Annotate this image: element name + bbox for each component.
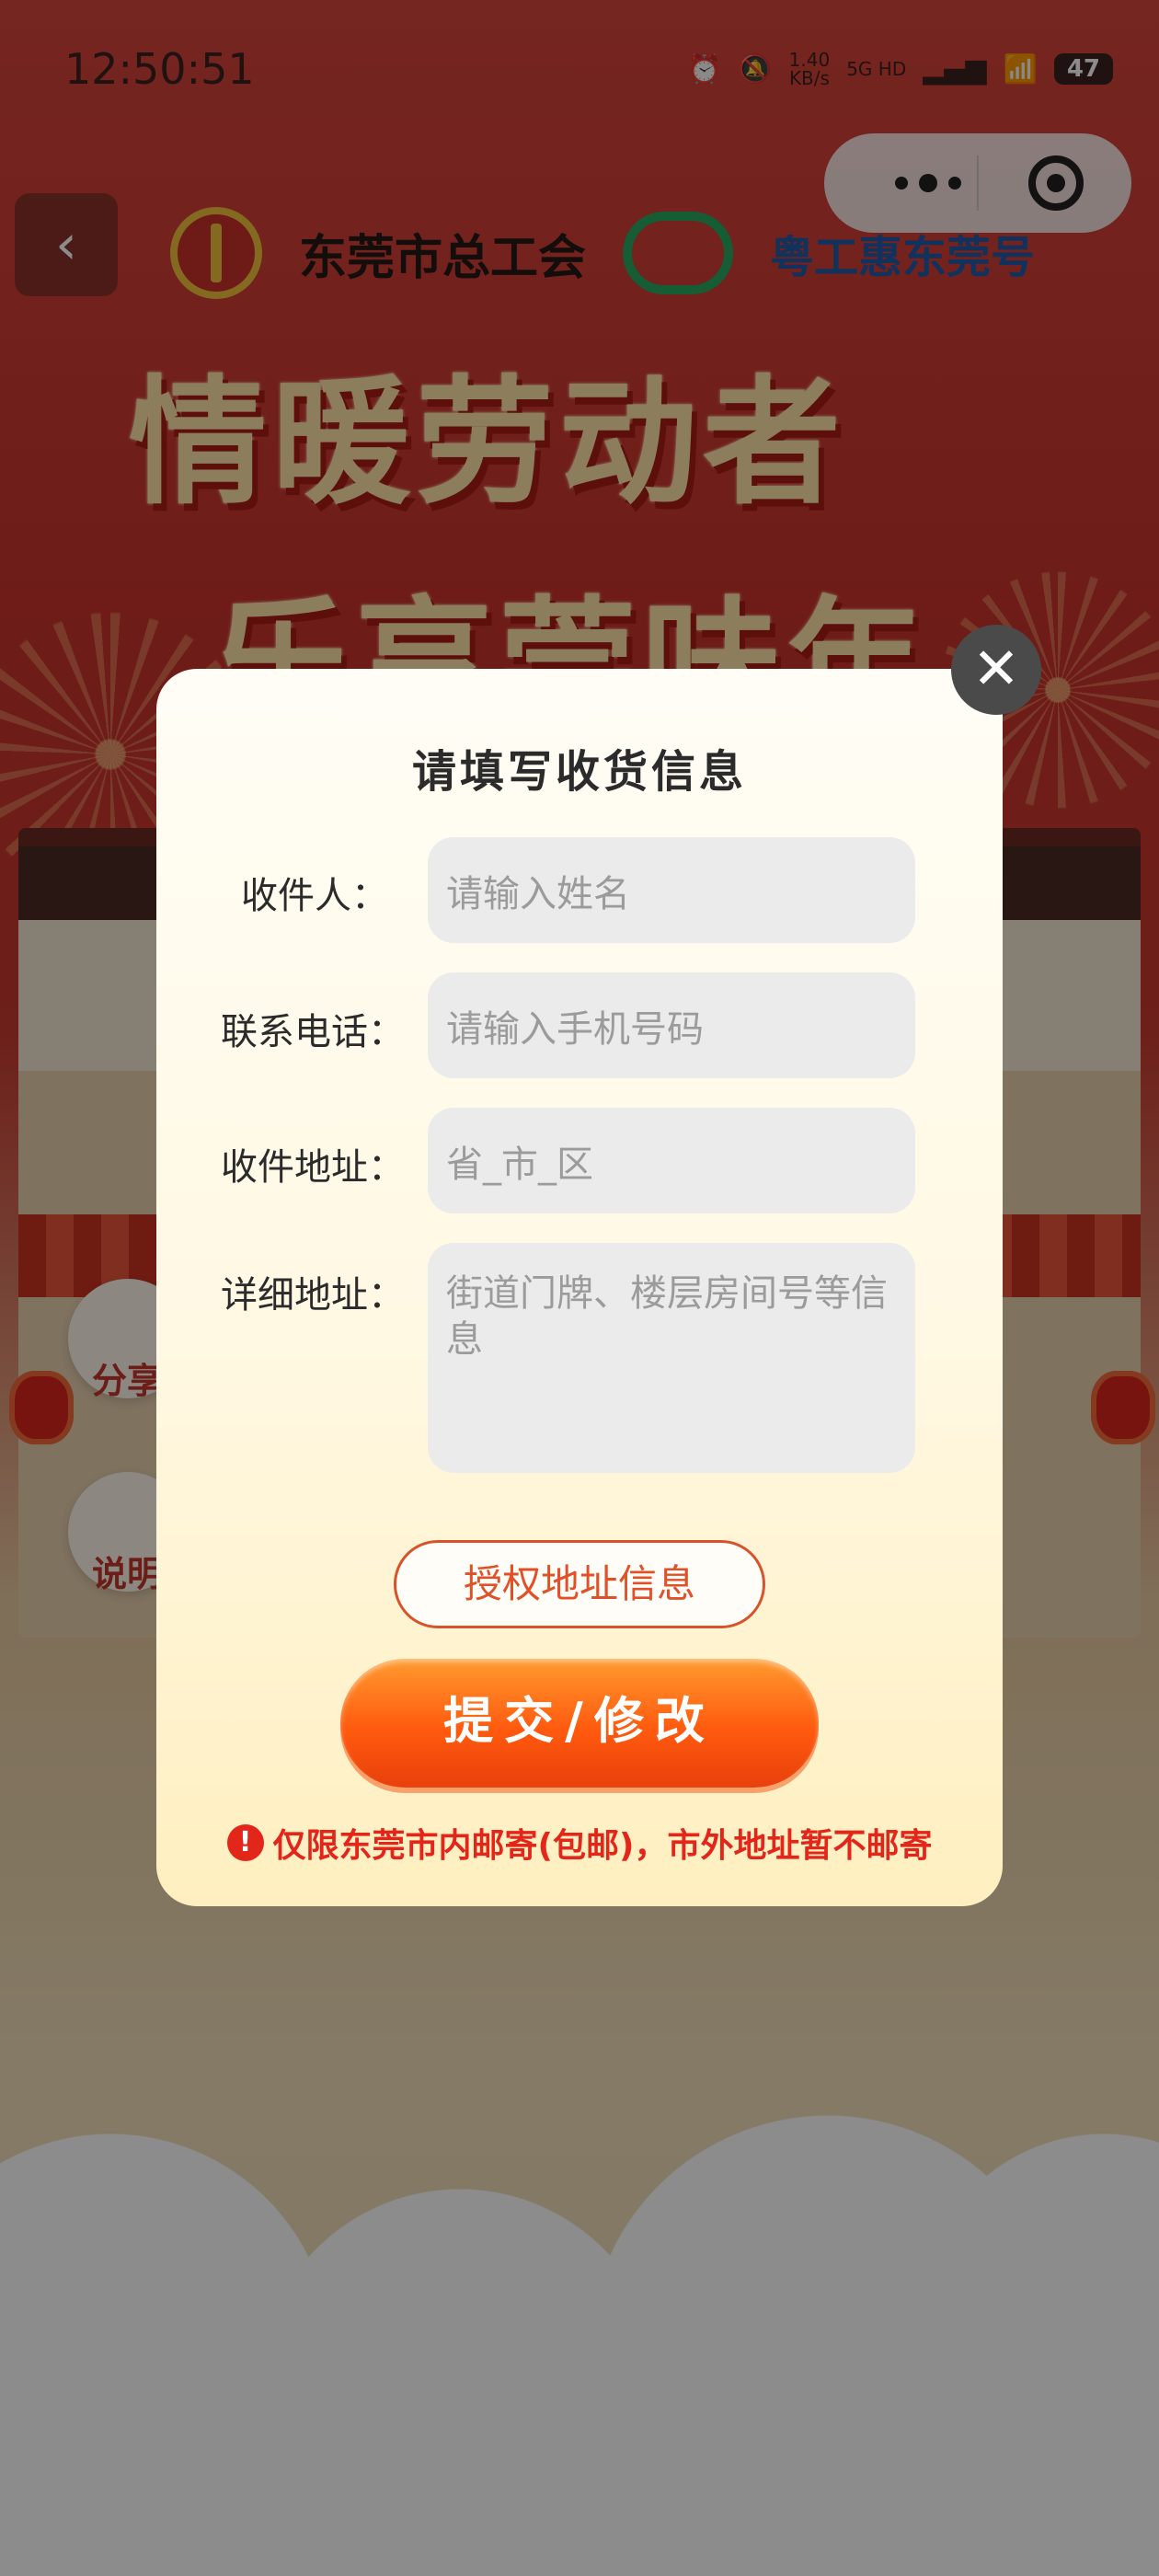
dialog-title: 请填写收货信息	[411, 746, 747, 798]
detail-address-textarea[interactable]: 街道门牌、楼层房间号等信息	[428, 1243, 915, 1473]
recipient-name-input[interactable]: 请输入姓名	[428, 837, 915, 943]
home-indicator[interactable]	[348, 2563, 811, 2570]
submit-button[interactable]: 提交/修改	[340, 1659, 819, 1788]
shipping-info-dialog: 请填写收货信息 收件人： 请输入姓名 联系电话： 请输入手机号码 收件地址： 省…	[156, 669, 1003, 1906]
close-icon: ✕	[972, 635, 1020, 702]
phone-input[interactable]: 请输入手机号码	[428, 972, 915, 1078]
region-select-input[interactable]: 省_市_区	[428, 1108, 915, 1213]
notice-text: 仅限东莞市内邮寄(包邮)，市外地址暂不邮寄	[272, 1827, 933, 1865]
shipping-notice: ! 仅限东莞市内邮寄(包邮)，市外地址暂不邮寄	[156, 1819, 1003, 1867]
close-button[interactable]: ✕	[951, 625, 1041, 715]
warning-icon: !	[226, 1824, 264, 1861]
authorize-address-button[interactable]: 授权地址信息	[394, 1540, 765, 1628]
